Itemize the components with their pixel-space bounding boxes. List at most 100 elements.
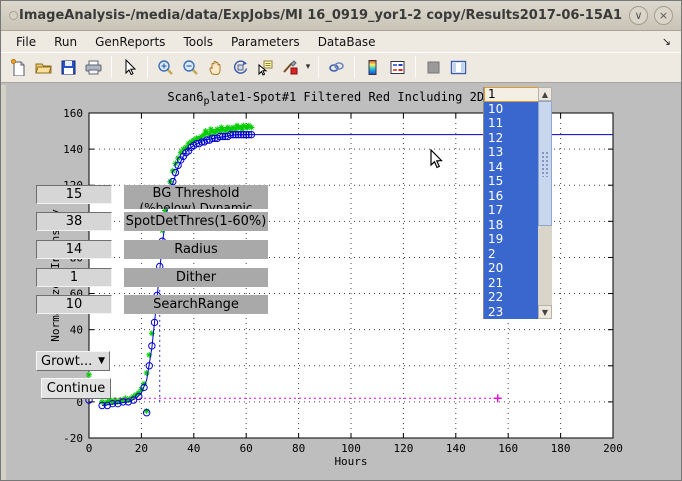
list-item[interactable]: 12 (484, 131, 539, 146)
list-item[interactable]: 19 (484, 232, 539, 247)
brush-button[interactable] (278, 55, 303, 80)
list-item[interactable]: 17 (484, 203, 539, 218)
menubar: File Run GenReports Tools Parameters Dat… (1, 31, 681, 52)
menu-run[interactable]: Run (45, 33, 86, 51)
list-item[interactable]: 15 (484, 174, 539, 189)
hide-plot-tools-button[interactable] (421, 55, 446, 80)
new-file-icon (10, 59, 27, 76)
pointer-icon (121, 59, 138, 76)
continue-button[interactable]: Continue (41, 378, 111, 399)
svg-text:Hours: Hours (334, 455, 367, 468)
window-menu-icon[interactable] (9, 11, 18, 20)
list-item[interactable]: 11 (484, 116, 539, 131)
svg-text:0: 0 (86, 442, 93, 455)
svg-text:160: 160 (498, 442, 518, 455)
open-folder-button[interactable] (31, 55, 56, 80)
list-item[interactable]: 1 (484, 87, 539, 102)
list-item[interactable]: 16 (484, 189, 539, 204)
brush-icon (282, 59, 299, 76)
new-file-button[interactable] (6, 55, 31, 80)
print-button[interactable] (81, 55, 106, 80)
datatip-button[interactable] (253, 55, 278, 80)
hide-plot-tools-icon (425, 59, 442, 76)
menu-overflow-icon[interactable]: ↘ (662, 35, 675, 48)
show-plot-tools-button[interactable] (446, 55, 471, 80)
svg-text:40: 40 (70, 324, 83, 337)
list-item[interactable]: 14 (484, 160, 539, 175)
svg-text:80: 80 (292, 442, 305, 455)
menu-file[interactable]: File (7, 33, 45, 51)
dither-label: Dither (124, 268, 268, 287)
menu-database[interactable]: DataBase (309, 33, 385, 51)
zoom-out-icon (182, 59, 199, 76)
app-window: ImageAnalysis-/media/data/ExpJobs/MI 16_… (0, 0, 682, 481)
search-range-input[interactable] (36, 295, 112, 314)
scrollbar-thumb[interactable] (538, 101, 552, 226)
colorbar-icon (364, 59, 381, 76)
list-item[interactable]: 22 (484, 290, 539, 305)
rotate-3d-icon (232, 59, 249, 76)
minimize-button[interactable]: ∨ (629, 6, 648, 25)
link-icon (328, 59, 345, 76)
spot-det-thres-label: SpotDetThres(1-60%) (124, 212, 268, 231)
bg-threshold-label: BG Threshold (%below) Dynamic (124, 185, 268, 209)
chevron-down-icon: ▼ (98, 356, 105, 366)
svg-text:120: 120 (393, 442, 413, 455)
radius-label: Radius (124, 240, 268, 259)
brush-dropdown-icon[interactable]: ▾ (303, 62, 313, 72)
zoom-out-button[interactable] (178, 55, 203, 80)
svg-text:100: 100 (341, 442, 361, 455)
svg-text:140: 140 (446, 442, 466, 455)
list-item[interactable]: 13 (484, 145, 539, 160)
svg-text:200: 200 (603, 442, 623, 455)
svg-text:140: 140 (63, 143, 83, 156)
rotate3d-button[interactable] (228, 55, 253, 80)
listbox-scrollbar[interactable]: ▲ ▼ (538, 87, 552, 319)
figure-area: 020406080100120140160180200-200204060801… (1, 85, 682, 481)
print-icon (85, 59, 102, 76)
bg-threshold-input[interactable] (36, 185, 112, 204)
zoom-in-button[interactable] (153, 55, 178, 80)
insert-legend-button[interactable] (385, 55, 410, 80)
pan-tool-button[interactable] (203, 55, 228, 80)
save-button[interactable] (56, 55, 81, 80)
scroll-down-icon[interactable]: ▼ (538, 305, 552, 319)
svg-text:60: 60 (240, 442, 253, 455)
toolbar-separator (415, 56, 416, 78)
pointer-tool-button[interactable] (117, 55, 142, 80)
svg-text:-20: -20 (63, 432, 83, 445)
list-item[interactable]: 21 (484, 276, 539, 291)
toolbar: ▾ (1, 52, 681, 83)
dither-input[interactable] (36, 268, 112, 287)
toolbar-separator (111, 56, 112, 78)
toolbar-separator (318, 56, 319, 78)
svg-text:160: 160 (63, 107, 83, 120)
close-button[interactable]: × (654, 6, 673, 25)
menu-parameters[interactable]: Parameters (222, 33, 309, 51)
list-item[interactable]: 10 (484, 102, 539, 117)
radius-input[interactable] (36, 240, 112, 259)
insert-colorbar-button[interactable] (360, 55, 385, 80)
svg-text:180: 180 (551, 442, 571, 455)
show-plot-tools-icon (450, 59, 467, 76)
list-item[interactable]: 23 (484, 305, 539, 320)
spot-det-thres-input[interactable] (36, 212, 112, 231)
datatip-icon (257, 59, 274, 76)
menu-genreports[interactable]: GenReports (86, 33, 174, 51)
zoom-in-icon (157, 59, 174, 76)
legend-icon (389, 59, 406, 76)
svg-text:Scan6plate1-Spot#1 Filtered Re: Scan6plate1-Spot#1 Filtered Red Includin… (167, 90, 534, 107)
mouse-cursor-icon (430, 149, 444, 169)
spot-number-listbox: 1 10 11 12 13 14 15 16 17 18 19 2 20 21 … (483, 87, 552, 319)
search-range-label: SearchRange (124, 295, 268, 314)
scroll-up-icon[interactable]: ▲ (538, 87, 552, 101)
growth-mode-dropdown[interactable]: Growt... ▼ (36, 351, 110, 371)
list-item[interactable]: 18 (484, 218, 539, 233)
save-icon (60, 59, 77, 76)
list-item[interactable]: 2 (484, 247, 539, 262)
toolbar-separator (354, 56, 355, 78)
menu-tools[interactable]: Tools (174, 33, 222, 51)
list-item[interactable]: 20 (484, 261, 539, 276)
link-plots-button[interactable] (324, 55, 349, 80)
pan-hand-icon (207, 59, 224, 76)
